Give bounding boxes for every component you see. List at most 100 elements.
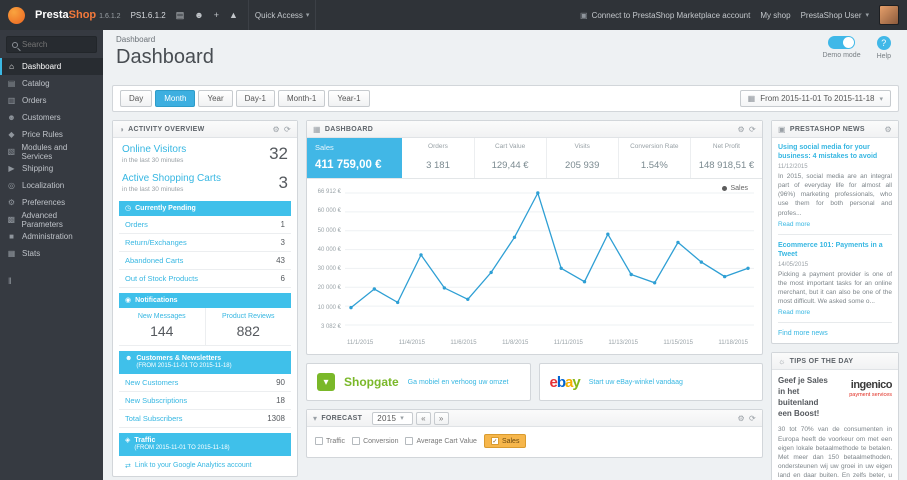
kpi-conversion-rate[interactable]: Conversion Rate 1.54% (619, 138, 691, 178)
kpi-label: Orders (428, 143, 448, 150)
cart-icon[interactable]: ▤ (176, 10, 185, 20)
checkbox-icon[interactable] (315, 437, 323, 445)
forecast-legend-traffic[interactable]: Traffic (315, 437, 345, 445)
forecast-legend-average-cart-value[interactable]: Average Cart Value (405, 437, 477, 445)
user-menu[interactable]: PrestaShop User ▾ (801, 11, 869, 20)
checkbox-icon[interactable] (405, 437, 414, 445)
find-more-news-link[interactable]: Find more news (778, 329, 892, 337)
date-range-picker[interactable]: ▦ From 2015-11-01 To 2015-11-18 ▾ (739, 90, 891, 107)
gear-icon[interactable]: ⚙ (738, 414, 745, 423)
forecast-legend-conversion[interactable]: Conversion (352, 437, 398, 445)
row-label: New Customers (125, 378, 179, 388)
ebay-promo[interactable]: ebay Start uw eBay-winkel vandaag (538, 363, 763, 401)
rocket-icon[interactable]: ▲ (229, 10, 238, 20)
shopgate-promo-link[interactable]: Ga mobiel en verhoog uw omzet (408, 379, 509, 386)
forecast-next-button[interactable]: » (433, 411, 449, 425)
filter-year-button[interactable]: Year (198, 90, 233, 107)
row-value: 6 (280, 274, 285, 284)
help-control: ? Help (877, 36, 891, 60)
kpi-sales[interactable]: Sales 411 759,00 € (307, 138, 403, 178)
kpi-label: Visits (574, 143, 590, 150)
sidebar-item-preferences[interactable]: ⚙ Preferences (0, 194, 103, 211)
news-article-title[interactable]: Using social media for your business: 4 … (778, 143, 892, 161)
notif-value: 882 (236, 323, 260, 340)
ebay-promo-link[interactable]: Start uw eBay-winkel vandaag (589, 379, 683, 386)
help-icon[interactable]: ? (876, 36, 891, 50)
shop-version-tag: PS1.6.1.2 (130, 10, 166, 20)
brand-text-accent: Shop (68, 9, 97, 21)
checkbox-icon[interactable] (352, 437, 361, 445)
traffic-section: ◈ Traffic (FROM 2015-11-01 TO 2015-11-18… (119, 433, 291, 476)
refresh-icon[interactable]: ⟳ (749, 414, 756, 423)
person-icon[interactable]: ☻ (194, 10, 203, 20)
sidebar-item-customers[interactable]: ☻ Customers (0, 109, 103, 126)
read-more-link[interactable]: Read more (778, 309, 892, 316)
sidebar-nav: ⌂ Dashboard ▤ Catalog ▥ Orders ☻ Custome… (0, 58, 103, 262)
marketplace-link[interactable]: ▣ Connect to PrestaShop Marketplace acco… (580, 11, 750, 20)
new-messages-stat[interactable]: New Messages 144 (119, 308, 206, 346)
notifications-section: ◉ Notifications New Messages 144 Product… (119, 293, 292, 347)
shopgate-promo[interactable]: ▾ Shopgate Ga mobiel en verhoog uw omzet (306, 363, 531, 401)
abandoned-carts-row[interactable]: Abandoned Carts 43 (119, 252, 291, 271)
gear-icon[interactable]: ⚙ (273, 125, 280, 134)
notifications-section-title: Notifications (135, 297, 178, 305)
active-carts-link[interactable]: Active Shopping Carts (122, 173, 221, 184)
sidebar-item-stats[interactable]: ▦ Stats (0, 245, 103, 262)
news-panel-title: PRESTASHOP NEWS (789, 125, 865, 133)
sidebar-item-advanced-parameters[interactable]: ▩ Advanced Parameters (0, 211, 103, 229)
refresh-icon[interactable]: ⟳ (284, 125, 291, 134)
page-header: Dashboard Dashboard Demo mode ? Help (103, 30, 907, 82)
total-subscribers-row[interactable]: Total Subscribers 1308 (119, 410, 291, 429)
sidebar-item-localization[interactable]: ◎ Localization (0, 177, 103, 194)
sidebar-search[interactable] (6, 36, 97, 53)
brand-text: Presta (35, 9, 69, 21)
breadcrumb[interactable]: Dashboard (116, 35, 893, 44)
pending-orders-row[interactable]: Orders 1 (119, 216, 291, 235)
filter-month-button[interactable]: Month (155, 90, 196, 107)
out-of-stock-row[interactable]: Out of Stock Products 6 (119, 270, 291, 289)
sidebar-item-orders[interactable]: ▥ Orders (0, 92, 103, 109)
online-visitors-link[interactable]: Online Visitors (122, 144, 186, 155)
marketplace-label: Connect to PrestaShop Marketplace accoun… (591, 10, 751, 20)
product-reviews-stat[interactable]: Product Reviews 882 (206, 308, 292, 345)
gear-icon[interactable]: ⚙ (885, 125, 892, 134)
forecast-year-select[interactable]: 2015 ▾ (372, 411, 414, 425)
my-shop-link[interactable]: My shop (760, 11, 790, 20)
kpi-cart-value[interactable]: Cart Value 129,44 € (475, 138, 547, 178)
news-article-title[interactable]: Ecommerce 101: Payments in a Tweet (778, 241, 892, 259)
gear-icon[interactable]: ⚙ (738, 125, 745, 134)
brand-link[interactable]: Presta Shop 1.6.1.2 (35, 9, 121, 21)
google-analytics-link[interactable]: ⇄ Link to your Google Analytics account (119, 456, 291, 476)
demo-mode-toggle[interactable] (828, 36, 856, 49)
pending-returns-row[interactable]: Return/Exchanges 3 (119, 234, 291, 253)
ga-link-text: Link to your Google Analytics account (134, 462, 252, 470)
forecast-prev-button[interactable]: « (416, 411, 431, 425)
sidebar-item-catalog[interactable]: ▤ Catalog (0, 75, 103, 92)
search-input[interactable] (22, 40, 92, 49)
active-carts-value: 3 (278, 173, 288, 192)
promo-row: ▾ Shopgate Ga mobiel en verhoog uw omzet… (306, 363, 763, 401)
filter-year-1-button[interactable]: Year-1 (328, 90, 370, 107)
kpi-visits[interactable]: Visits 205 939 (547, 138, 619, 178)
new-subscriptions-row[interactable]: New Subscriptions 18 (119, 392, 291, 411)
sidebar-item-administration[interactable]: ■ Administration (0, 228, 103, 245)
refresh-icon[interactable]: ⟳ (749, 125, 756, 134)
quick-access-menu[interactable]: Quick Access ▾ (247, 0, 317, 30)
sidebar-item-price-rules[interactable]: ◆ Price Rules (0, 126, 103, 143)
forecast-legend-sales[interactable]: ✓ Sales (483, 434, 527, 448)
filter-month-1-button[interactable]: Month-1 (277, 90, 326, 107)
shopgate-logo-icon: ▾ (317, 373, 335, 391)
read-more-link[interactable]: Read more (778, 221, 892, 228)
kpi-orders[interactable]: Orders 3 181 (402, 138, 475, 178)
filter-day-1-button[interactable]: Day-1 (235, 90, 275, 107)
sidebar-collapse-button[interactable]: ‖ (8, 276, 22, 286)
kpi-net-profit[interactable]: Net Profit 148 918,51 € (691, 138, 762, 178)
sidebar-item-modules[interactable]: ▧ Modules and Services (0, 143, 103, 161)
checkbox-checked-icon[interactable]: ✓ (490, 437, 499, 445)
avatar[interactable] (879, 5, 899, 25)
filter-day-button[interactable]: Day (120, 90, 153, 107)
sidebar-item-shipping[interactable]: ▶ Shipping (0, 160, 103, 177)
plus-icon[interactable]: + (214, 10, 219, 20)
sidebar-item-dashboard[interactable]: ⌂ Dashboard (0, 58, 103, 75)
new-customers-row[interactable]: New Customers 90 (119, 374, 291, 393)
